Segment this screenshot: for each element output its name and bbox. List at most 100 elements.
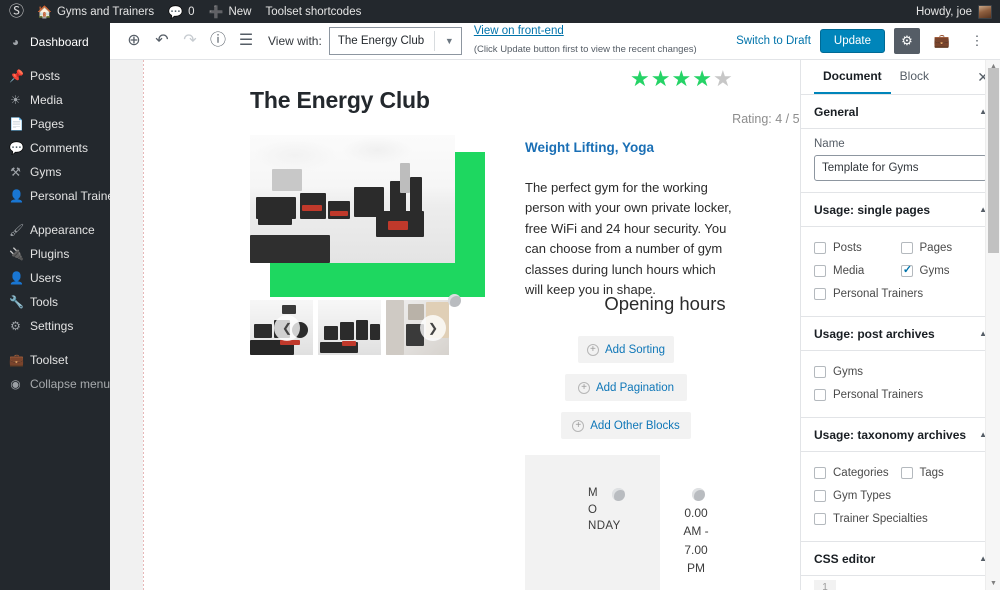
add-block-button[interactable]: ⊕	[120, 27, 148, 55]
page-icon: 📄	[9, 117, 24, 131]
checkbox-row-personal-trainers[interactable]: Personal Trainers	[814, 282, 987, 305]
front-end-info: View on front-end (Click Update button f…	[474, 24, 697, 58]
sidebar-item-toolset[interactable]: 💼 Toolset	[0, 348, 110, 372]
checkbox-icon[interactable]	[814, 241, 826, 254]
panel-general-body: Name Template for Gyms	[801, 129, 1000, 193]
gym-description[interactable]: The perfect gym for the working person w…	[525, 178, 737, 300]
checkbox-label: Categories	[833, 466, 889, 479]
checkbox-row-tags[interactable]: Tags	[900, 461, 988, 484]
editor-canvas[interactable]: The Energy Club ❮ ❯ ★★★★★ Rating: 4 / 5 …	[143, 60, 800, 590]
checkbox-icon[interactable]	[814, 466, 826, 479]
checkbox-label: Media	[833, 264, 865, 277]
settings-button[interactable]: ⚙	[894, 28, 920, 54]
view-with-select[interactable]: The Energy Club ▼	[328, 27, 462, 55]
name-input[interactable]: Template for Gyms	[814, 155, 987, 181]
sidebar-item-personal-trainers[interactable]: 👤 Personal Trainers	[0, 184, 124, 208]
sidebar-item-comments[interactable]: 💬 Comments	[0, 136, 110, 160]
toolset-button[interactable]: 💼	[929, 28, 955, 54]
adminbar-toolset-shortcodes[interactable]: Toolset shortcodes	[258, 0, 368, 23]
drag-handle-icon[interactable]	[692, 488, 705, 501]
sidebar-item-plugins[interactable]: 🔌 Plugins	[0, 242, 110, 266]
list-view-icon: ☰	[238, 32, 254, 49]
checkbox-icon[interactable]	[814, 264, 826, 277]
panel-single-pages-header[interactable]: Usage: single pages ▲	[801, 193, 1000, 227]
sidebar-item-pages[interactable]: 📄 Pages	[0, 112, 110, 136]
redo-button[interactable]: ↷	[176, 27, 204, 55]
adminbar-comments[interactable]: 💬 0	[161, 0, 201, 23]
sidebar-item-gyms[interactable]: ⚒ Gyms	[0, 160, 110, 184]
sidebar-item-label: Dashboard	[30, 35, 89, 49]
block-navigation-button[interactable]: ☰	[232, 27, 260, 55]
sidebar-item-dashboard[interactable]: ◕ Dashboard	[0, 30, 110, 54]
checkbox-icon[interactable]	[814, 489, 826, 502]
adminbar-account[interactable]: Howdy, joe	[916, 4, 1000, 19]
scroll-down-arrow-icon[interactable]: ▼	[986, 577, 1000, 590]
checkbox-icon[interactable]	[900, 466, 913, 479]
carousel-prev-button[interactable]: ❮	[274, 315, 300, 341]
sidebar-item-posts[interactable]: 📌 Posts	[0, 64, 110, 88]
opening-hours-heading[interactable]: Opening hours	[525, 293, 800, 315]
checkbox-icon[interactable]	[814, 365, 826, 378]
checkbox-label: Gyms	[919, 264, 950, 277]
sidebar-item-settings[interactable]: ⚙ Settings	[0, 314, 110, 338]
checkbox-icon-checked[interactable]	[900, 263, 914, 277]
carousel-next-button[interactable]: ❯	[420, 315, 446, 341]
inspector-scrollbar[interactable]: ▲ ▼	[985, 60, 1000, 590]
drag-handle-icon[interactable]	[612, 488, 625, 501]
sliders-icon: ⚙	[10, 319, 21, 333]
inspector-scrollbar-thumb[interactable]	[988, 68, 999, 253]
content-info-button[interactable]: ⓘ	[204, 27, 232, 55]
update-button[interactable]: Update	[819, 29, 885, 53]
panel-post-archives-header[interactable]: Usage: post archives ▲	[801, 317, 1000, 351]
sidebar-item-label: Comments	[30, 141, 89, 155]
sidebar-item-media[interactable]: ☀ Media	[0, 88, 110, 112]
undo-button[interactable]: ↶	[148, 27, 176, 55]
plus-circle-icon: +	[572, 419, 585, 432]
tab-document[interactable]: Document	[814, 60, 891, 94]
adminbar-site-name[interactable]: 🏠 Gyms and Trainers	[30, 0, 161, 23]
image-gallery-thumbnails[interactable]: ❮ ❯	[250, 294, 461, 355]
checkbox-row-categories[interactable]: Categories	[814, 461, 901, 484]
adminbar-new[interactable]: ➕ New	[201, 0, 258, 23]
taxonomy-terms[interactable]: Weight Lifting, Yoga	[525, 140, 800, 155]
drag-handle-icon[interactable]	[448, 294, 461, 307]
checkbox-row-archive-personal-trainers[interactable]: Personal Trainers	[814, 383, 987, 406]
checkbox-row-media[interactable]: Media	[814, 259, 901, 282]
checkbox-row-pages[interactable]: Pages	[900, 236, 988, 259]
star-filled-icon: ★	[692, 66, 713, 91]
sidebar-item-appearance[interactable]: 🖌 Appearance	[0, 218, 110, 242]
css-editor-body[interactable]: 1	[801, 576, 1000, 590]
add-pagination-button[interactable]: + Add Pagination	[565, 374, 687, 401]
panel-taxonomy-archives-body: Categories Tags Gym Types Trainer Specia…	[801, 452, 1000, 542]
wordpress-logo-icon[interactable]: Ⓢ	[0, 4, 30, 19]
sidebar-item-collapse-menu[interactable]: ◉ Collapse menu	[0, 372, 110, 396]
checkbox-row-archive-gyms[interactable]: Gyms	[814, 360, 987, 383]
sidebar-item-users[interactable]: 👤 Users	[0, 266, 110, 290]
panel-css-editor-header[interactable]: CSS editor ▲	[801, 542, 1000, 576]
checkbox-icon[interactable]	[900, 241, 913, 254]
checkbox-icon[interactable]	[814, 287, 826, 300]
tab-block[interactable]: Block	[891, 60, 938, 94]
add-other-blocks-button[interactable]: + Add Other Blocks	[561, 412, 691, 439]
featured-image-block[interactable]	[250, 135, 485, 297]
view-on-front-end-link[interactable]: View on front-end	[474, 24, 697, 38]
checkbox-row-gyms[interactable]: Gyms	[900, 259, 988, 282]
checkbox-label: Gyms	[833, 365, 864, 378]
sidebar-item-label: Appearance	[30, 223, 95, 237]
checkbox-label: Personal Trainers	[833, 287, 924, 300]
pin-icon: 📌	[9, 69, 24, 83]
checkbox-row-trainer-specialties[interactable]: Trainer Specialties	[814, 507, 987, 530]
add-sorting-button[interactable]: + Add Sorting	[578, 336, 674, 363]
page-title[interactable]: The Energy Club	[250, 87, 430, 114]
checkbox-icon[interactable]	[814, 512, 826, 525]
panel-general-header[interactable]: General ▲	[801, 95, 1000, 129]
gym-icon: ⚒	[10, 165, 21, 179]
checkbox-icon[interactable]	[814, 388, 826, 401]
more-options-button[interactable]: ⋮	[964, 28, 990, 54]
checkbox-row-posts[interactable]: Posts	[814, 236, 901, 259]
gallery-thumb-2[interactable]	[318, 300, 381, 355]
checkbox-row-gym-types[interactable]: Gym Types	[814, 484, 987, 507]
sidebar-item-tools[interactable]: 🔧 Tools	[0, 290, 110, 314]
switch-to-draft-button[interactable]: Switch to Draft	[736, 35, 811, 47]
panel-taxonomy-archives-header[interactable]: Usage: taxonomy archives ▲	[801, 418, 1000, 452]
